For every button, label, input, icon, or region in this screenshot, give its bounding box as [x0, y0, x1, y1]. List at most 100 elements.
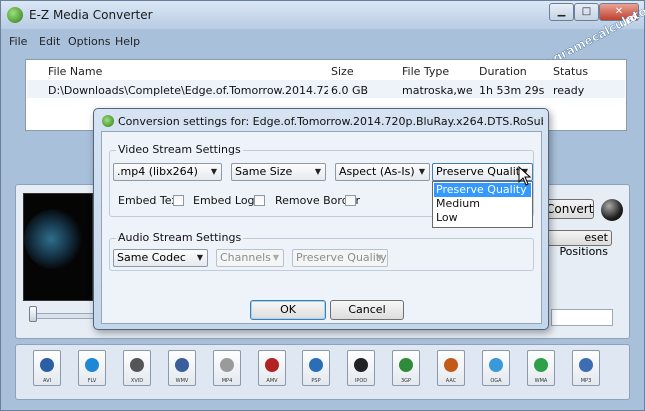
format-label: MP3 — [580, 378, 592, 384]
cell-file-type: matroska,we... — [402, 84, 472, 97]
app-icon — [7, 7, 23, 23]
format-glyph-icon — [265, 358, 279, 372]
format-button-flv[interactable]: FLV — [74, 348, 110, 392]
seek-slider-thumb[interactable] — [29, 306, 37, 322]
format-label: AMV — [266, 378, 278, 384]
audio-quality-select[interactable]: Preserve Quality ▼ — [292, 249, 388, 267]
menu-options[interactable]: Options — [68, 35, 110, 48]
embed-logo-checkbox[interactable] — [254, 195, 265, 206]
format-glyph-icon — [399, 358, 413, 372]
format-glyph-icon — [534, 358, 548, 372]
format-button-xvid[interactable]: XVID — [119, 348, 155, 392]
format-button-aac[interactable]: AAC — [433, 348, 469, 392]
format-button-wma[interactable]: WMA — [523, 348, 559, 392]
format-label: IPOD — [354, 378, 368, 384]
format-label: WMA — [534, 378, 548, 384]
format-button-wmv[interactable]: WMV — [164, 348, 200, 392]
video-size-value: Same Size — [235, 165, 293, 178]
audio-quality-value: Preserve Quality — [296, 251, 387, 264]
format-button-oga[interactable]: OGA — [478, 348, 514, 392]
audio-codec-value: Same Codec — [117, 251, 186, 264]
dialog-body: Video Stream Settings .mp4 (libx264) ▼ S… — [101, 131, 542, 324]
convert-knob-icon[interactable] — [601, 199, 623, 221]
video-preview — [23, 193, 93, 301]
video-quality-value: Preserve Quality — [436, 165, 527, 178]
quality-option-preserve[interactable]: Preserve Quality — [434, 183, 531, 197]
video-stream-group-title: Video Stream Settings — [116, 143, 243, 156]
video-codec-select[interactable]: .mp4 (libx264) ▼ — [113, 163, 222, 181]
cell-file-name: D:\Downloads\Complete\Edge.of.Tomorrow.2… — [48, 84, 328, 97]
chevron-down-icon: ▼ — [196, 253, 203, 262]
column-header-file-name[interactable]: File Name — [48, 65, 102, 78]
seek-slider-track[interactable] — [29, 313, 99, 319]
format-button-amv[interactable]: AMV — [254, 348, 290, 392]
audio-channels-select[interactable]: Channels ▼ — [216, 249, 284, 267]
position-field[interactable] — [551, 309, 613, 326]
format-glyph-icon — [489, 358, 503, 372]
cell-size: 6.0 GB — [331, 84, 369, 97]
format-label: FLV — [87, 378, 97, 384]
format-glyph-icon — [220, 358, 234, 372]
format-label: AAC — [445, 378, 457, 384]
format-button-mp3[interactable]: MP3 — [568, 348, 604, 392]
column-header-file-type[interactable]: File Type — [402, 65, 449, 78]
format-label: AVI — [43, 378, 51, 384]
preview-frame — [24, 209, 84, 269]
video-aspect-select[interactable]: Aspect (As-Is) ▼ — [335, 163, 430, 181]
audio-channels-value: Channels — [220, 251, 271, 264]
dialog-title: Conversion settings for: Edge.of.Tomorro… — [118, 115, 543, 128]
format-glyph-icon — [40, 358, 54, 372]
menu-help[interactable]: Help — [115, 35, 140, 48]
column-header-duration[interactable]: Duration — [479, 65, 527, 78]
format-button-3gp[interactable]: 3GP — [388, 348, 424, 392]
quality-option-medium[interactable]: Medium — [434, 197, 531, 211]
window-title: E-Z Media Converter — [29, 8, 153, 22]
menu-file[interactable]: File — [9, 35, 27, 48]
format-label: WMV — [175, 378, 189, 384]
reset-positions-button[interactable]: eset Positions — [541, 230, 612, 258]
conversion-settings-dialog: Conversion settings for: Edge.of.Tomorro… — [93, 108, 549, 330]
chevron-down-icon: ▼ — [376, 253, 383, 262]
cell-duration: 1h 53m 29s — [479, 84, 545, 97]
main-window: E-Z Media Converter ▁ □ ✕ File Edit Opti… — [0, 0, 645, 411]
format-glyph-icon — [579, 358, 593, 372]
video-codec-value: .mp4 (libx264) — [117, 165, 198, 178]
menu-edit[interactable]: Edit — [39, 35, 60, 48]
format-button-mp4[interactable]: MP4 — [209, 348, 245, 392]
convert-button[interactable]: Convert — [546, 199, 594, 219]
quality-option-low[interactable]: Low — [434, 211, 531, 225]
video-aspect-value: Aspect (As-Is) — [339, 165, 415, 178]
format-button-avi[interactable]: AVI — [29, 348, 65, 392]
cell-status: ready — [553, 84, 585, 97]
format-glyph-icon — [309, 358, 323, 372]
format-glyph-icon — [85, 358, 99, 372]
format-glyph-icon — [444, 358, 458, 372]
chevron-down-icon: ▼ — [314, 167, 321, 176]
chevron-down-icon: ▼ — [418, 167, 425, 176]
video-size-select[interactable]: Same Size ▼ — [231, 163, 326, 181]
video-quality-dropdown: Preserve Quality Medium Low — [432, 181, 533, 228]
dialog-app-icon — [102, 115, 114, 127]
format-label: OGA — [490, 378, 502, 384]
audio-stream-group-title: Audio Stream Settings — [116, 231, 244, 244]
audio-codec-select[interactable]: Same Codec ▼ — [113, 249, 208, 267]
column-header-status[interactable]: Status — [553, 65, 588, 78]
format-label: XVID — [130, 378, 144, 384]
format-glyph-icon — [354, 358, 368, 372]
format-glyph-icon — [175, 358, 189, 372]
format-label: MP4 — [221, 378, 233, 384]
chevron-down-icon: ▼ — [210, 167, 217, 176]
cancel-button[interactable]: Cancel — [330, 300, 404, 320]
format-label: 3GP — [400, 378, 412, 384]
format-button-psp[interactable]: PSP — [298, 348, 334, 392]
format-button-ipod[interactable]: IPOD — [343, 348, 379, 392]
embed-text-checkbox[interactable] — [173, 195, 184, 206]
remove-border-checkbox[interactable] — [345, 195, 356, 206]
column-header-size[interactable]: Size — [331, 65, 354, 78]
ok-button[interactable]: OK — [250, 300, 326, 320]
format-glyph-icon — [130, 358, 144, 372]
mouse-cursor-icon — [518, 166, 532, 186]
embed-logo-label: Embed Logo — [193, 194, 262, 207]
format-label: PSP — [311, 378, 321, 384]
chevron-down-icon: ▼ — [272, 253, 279, 262]
